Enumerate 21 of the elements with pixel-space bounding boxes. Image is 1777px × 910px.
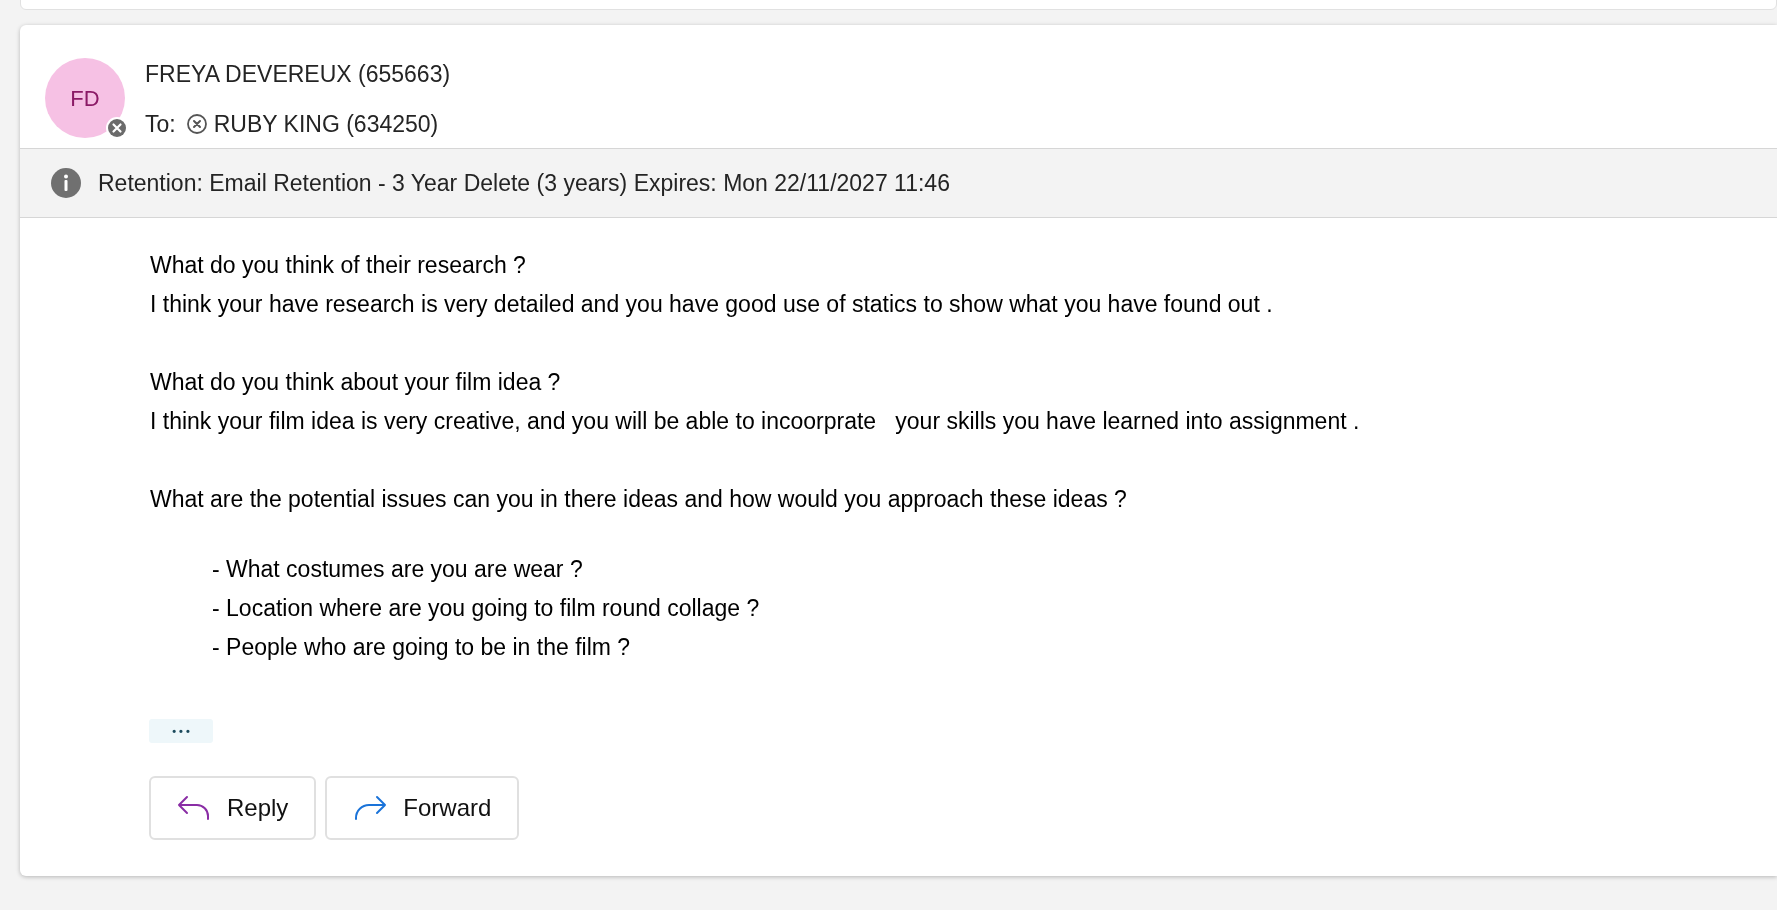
list-item: - People who are going to be in the film ?: [212, 633, 632, 662]
to-label: To:: [145, 110, 176, 138]
avatar: FD: [45, 58, 125, 138]
body-text-line: I think your film idea is very creative, and you will be able to incoorprate your skills you have learned into assignment .: [150, 407, 1361, 436]
reply-button[interactable]: Reply: [149, 776, 317, 840]
body-text-line: What are the potential issues can you in there ideas and how would you approach these ideas ?: [150, 485, 1128, 514]
sender-name: FREYA DEVEREUX (655663): [145, 60, 451, 88]
presence-blocked-icon: [105, 116, 129, 140]
blocked-status-icon: [185, 113, 208, 135]
body-text-line: What do you think about your film idea ?: [150, 368, 562, 397]
forward-arrow-icon: [353, 795, 388, 821]
recipient-name[interactable]: RUBY KING (634250): [213, 110, 439, 138]
expand-content-button[interactable]: • • •: [149, 719, 213, 743]
body-text-line: I think your have research is very detailed and you have good use of statics to show what you have found out .: [150, 290, 1274, 319]
list-item: - What costumes are you are wear ?: [212, 555, 584, 584]
retention-text: Retention: Email Retention - 3 Year Delete (3 years) Expires: Mon 22/11/2027 11:46: [98, 168, 950, 198]
list-item: - Location where are you going to film round collage ?: [212, 594, 761, 623]
body-text-line: What do you think of their research ?: [150, 251, 527, 280]
reply-arrow-icon: [177, 795, 211, 821]
info-icon: [50, 167, 82, 199]
forward-button[interactable]: Forward: [325, 776, 520, 840]
